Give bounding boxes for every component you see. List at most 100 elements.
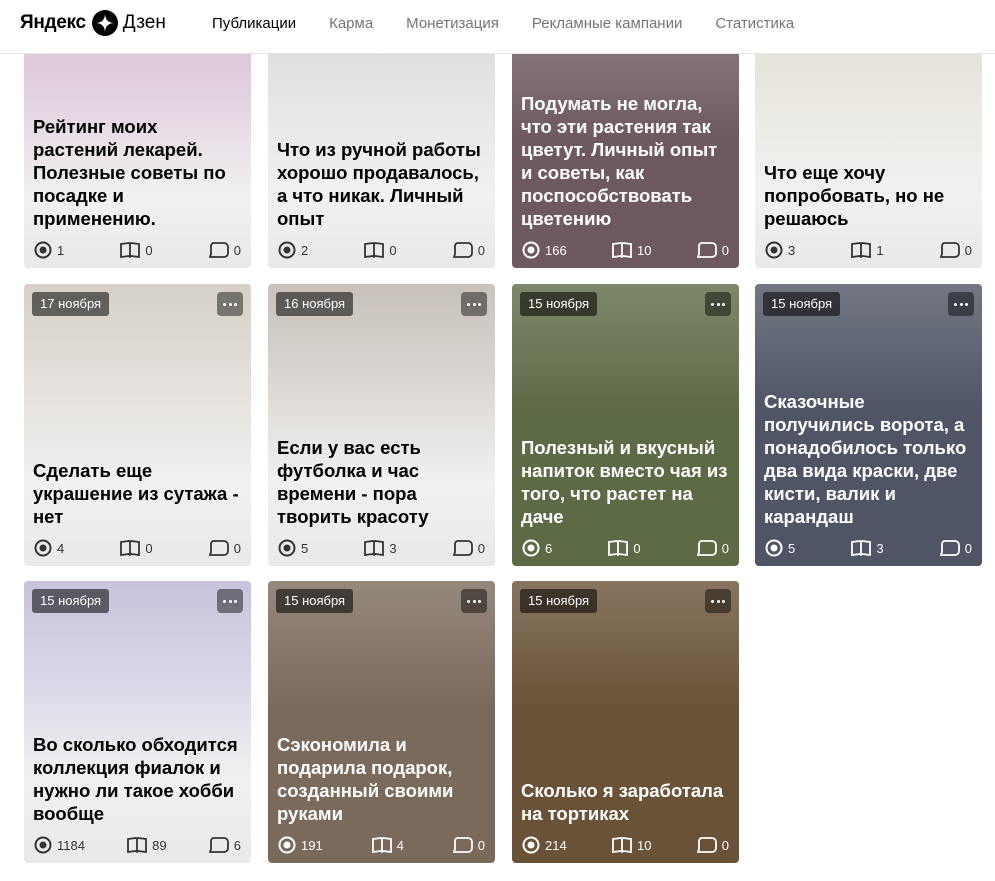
card-title[interactable]: Если у вас есть футболка и час времени -… [277, 436, 487, 528]
publication-card[interactable]: 15 ноября Полезный и вкусный напиток вмес… [512, 284, 739, 566]
reads-stat: 10 [612, 837, 651, 853]
reads-count: 0 [145, 540, 153, 556]
publication-card[interactable]: 15 ноября Сказочные получились ворота, а … [755, 284, 982, 566]
views-count: 4 [57, 540, 65, 556]
views-count: 191 [301, 837, 323, 853]
dot-icon [466, 599, 470, 603]
dot-icon [478, 302, 482, 306]
dot-icon [722, 599, 726, 603]
publication-card[interactable]: Что из ручной работы хорошо продавалось,… [268, 30, 495, 268]
publication-card[interactable]: 17 ноября Сделать еще украшение из сутажа… [24, 284, 251, 566]
nav-ad-campaigns[interactable]: Рекламные кампании [532, 15, 682, 32]
card-title[interactable]: Сделать еще украшение из сутажа - нет [33, 459, 243, 528]
views-count: 6 [545, 540, 553, 556]
publication-card[interactable]: 15 ноября Сколько я заработала на тортика… [512, 581, 739, 863]
more-options-button[interactable] [948, 292, 974, 316]
publish-date-badge: 15 ноября [32, 589, 110, 613]
publish-date-badge: 16 ноября [276, 292, 354, 316]
comments-stat: 0 [452, 242, 485, 258]
views-icon [278, 539, 301, 557]
nav-karma[interactable]: Карма [329, 15, 373, 32]
reads-icon [851, 540, 876, 556]
more-options-button[interactable] [461, 292, 487, 316]
comments-stat: 0 [696, 242, 729, 258]
publication-card[interactable]: Рейтинг моих растений лекарей. Полезные … [24, 30, 251, 268]
reads-count: 10 [637, 242, 652, 258]
reads-stat: 4 [371, 837, 404, 853]
dot-icon [228, 302, 232, 306]
comments-count: 0 [721, 837, 729, 853]
publication-card[interactable]: 15 ноября Сэкономила и подарила подарок, … [268, 581, 495, 863]
card-title[interactable]: Полезный и вкусный напиток вместо чая из… [521, 436, 731, 528]
reads-count: 3 [876, 540, 884, 556]
yandex-zen-logo[interactable]: Яндекс Дзен [20, 10, 166, 36]
reads-count: 3 [389, 540, 397, 556]
dot-icon [710, 302, 714, 306]
reads-count: 1 [876, 242, 884, 258]
logo-yandex-text: Яндекс [20, 12, 86, 33]
reads-stat: 10 [612, 242, 651, 258]
dot-icon [478, 599, 482, 603]
comments-icon [696, 540, 722, 556]
dot-icon [222, 599, 226, 603]
comments-stat: 0 [208, 242, 241, 258]
comments-count: 0 [477, 540, 485, 556]
card-title[interactable]: Во сколько обходится коллекция фиалок и … [33, 733, 243, 825]
nav-monetization[interactable]: Монетизация [406, 15, 499, 32]
card-title[interactable]: Подумать не могла, что эти растения так … [521, 92, 731, 230]
more-options-button[interactable] [217, 292, 243, 316]
more-options-button[interactable] [461, 589, 487, 613]
views-stat: 3 [765, 241, 795, 259]
views-count: 1184 [57, 837, 85, 853]
card-stats: 166 10 0 [522, 240, 729, 260]
more-options-button[interactable] [705, 589, 731, 613]
dot-icon [716, 302, 720, 306]
dot-icon [722, 302, 726, 306]
card-title[interactable]: Сэкономила и подарила подарок, созданный… [277, 733, 487, 825]
dot-icon [234, 599, 238, 603]
dot-icon [710, 599, 714, 603]
reads-icon [851, 242, 876, 258]
reads-icon [364, 540, 389, 556]
comments-count: 0 [721, 242, 729, 258]
publication-card[interactable]: 16 ноября Если у вас есть футболка и час … [268, 284, 495, 566]
publication-card[interactable]: 15 ноября Во сколько обходится коллекция … [24, 581, 251, 863]
dot-icon [716, 599, 720, 603]
views-stat: 2 [278, 241, 308, 259]
dot-icon [965, 302, 969, 306]
card-title[interactable]: Рейтинг моих растений лекарей. Полезные … [33, 115, 243, 230]
card-title[interactable]: Сколько я заработала на тортиках [521, 779, 731, 825]
dot-icon [228, 599, 232, 603]
card-stats: 1184 89 6 [34, 835, 241, 855]
publication-card[interactable]: Что еще хочу попробовать, но не решаюсь 3… [755, 30, 982, 268]
views-count: 3 [788, 242, 796, 258]
views-count: 166 [545, 242, 567, 258]
card-title[interactable]: Сказочные получились ворота, а понадобил… [764, 390, 974, 528]
comments-count: 0 [233, 540, 241, 556]
comments-stat: 0 [939, 242, 972, 258]
nav-publications[interactable]: Публикации [212, 15, 296, 32]
card-title[interactable]: Что из ручной работы хорошо продавалось,… [277, 138, 487, 230]
views-count: 5 [301, 540, 309, 556]
views-icon [278, 241, 301, 259]
comments-stat: 0 [696, 540, 729, 556]
more-options-button[interactable] [217, 589, 243, 613]
views-icon [765, 539, 788, 557]
reads-icon [127, 837, 152, 853]
zen-star-icon [91, 10, 118, 36]
main-nav: Публикации Карма Монетизация Рекламные к… [212, 0, 827, 46]
reads-count: 0 [145, 242, 153, 258]
top-header: Яндекс Дзен Публикации Карма Монетизация… [0, 0, 995, 54]
views-stat: 166 [522, 241, 567, 259]
views-icon [522, 836, 545, 854]
nav-statistics[interactable]: Статистика [715, 15, 794, 32]
reads-icon [120, 540, 145, 556]
reads-icon [364, 242, 389, 258]
card-title[interactable]: Что еще хочу попробовать, но не решаюсь [764, 161, 974, 230]
reads-count: 4 [396, 837, 404, 853]
views-icon [34, 836, 57, 854]
card-stats: 5 3 0 [278, 538, 485, 558]
more-options-button[interactable] [705, 292, 731, 316]
publication-card[interactable]: Подумать не могла, что эти растения так … [512, 30, 739, 268]
comments-icon [452, 540, 478, 556]
